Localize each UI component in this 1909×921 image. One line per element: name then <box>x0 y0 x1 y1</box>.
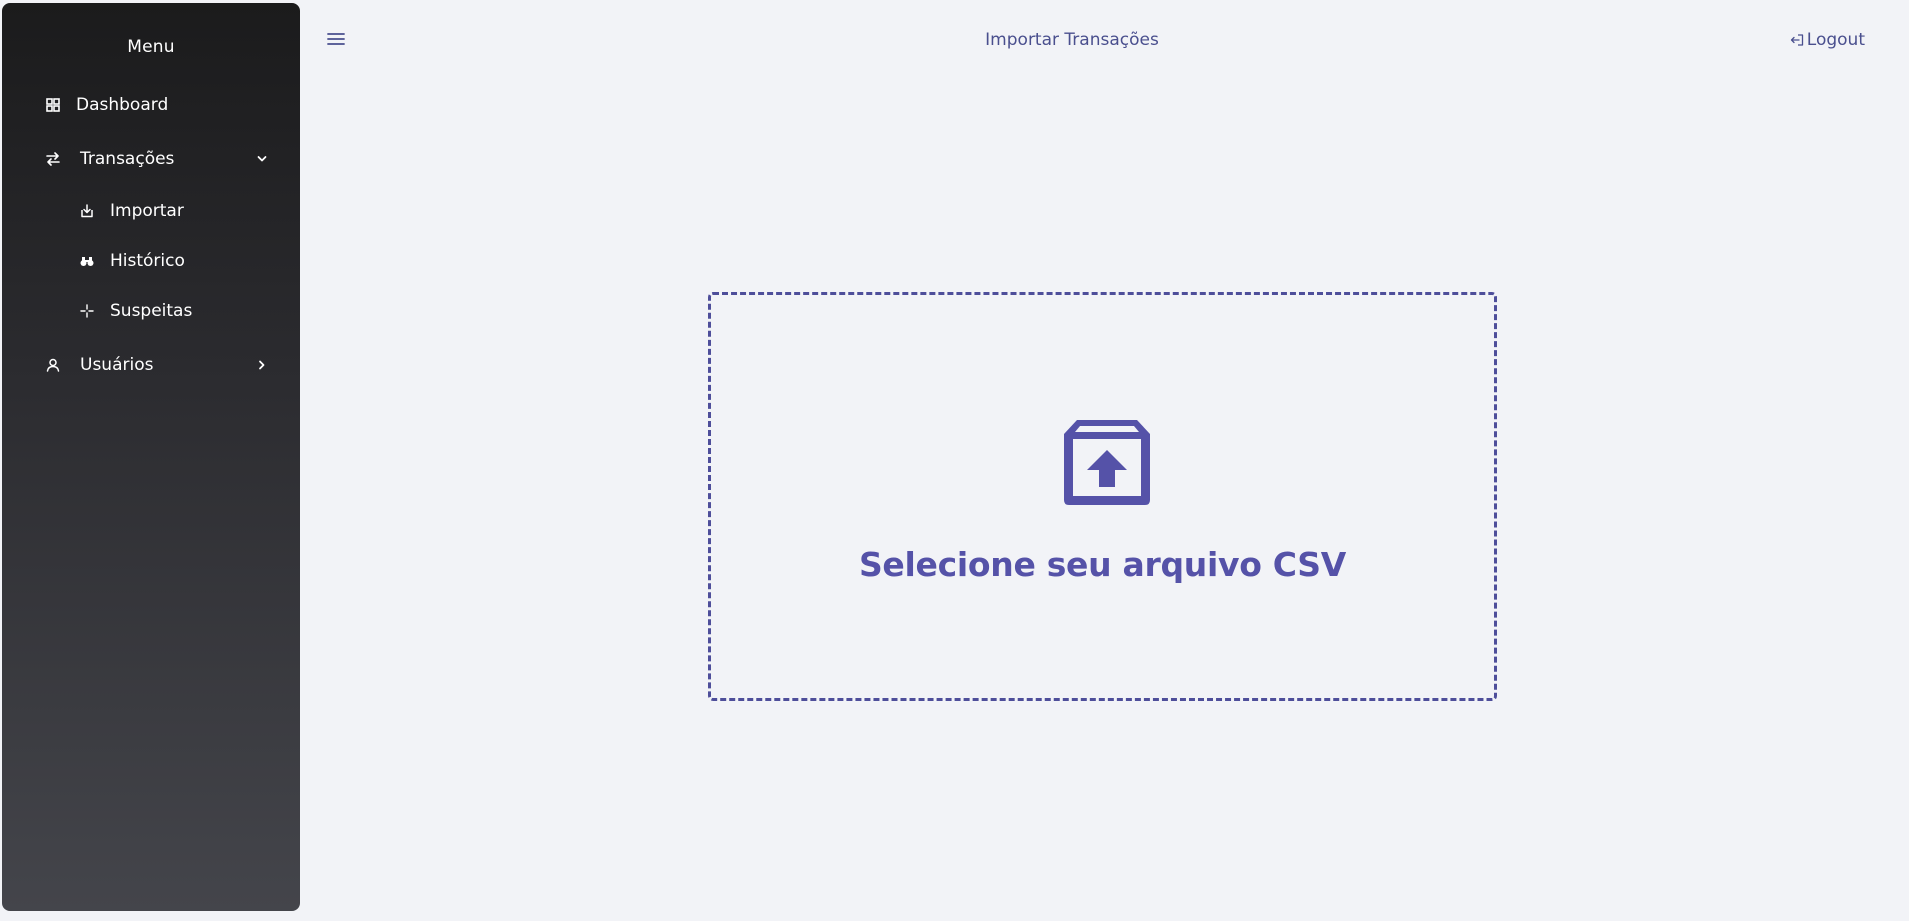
user-icon <box>45 357 61 373</box>
logout-icon <box>1790 33 1804 47</box>
sidebar-subitem-importar[interactable]: Importar <box>2 194 300 228</box>
sidebar-subitem-label: Importar <box>110 201 184 221</box>
sidebar-item-transacoes[interactable]: Transações <box>2 142 300 176</box>
archive-upload-icon <box>1059 417 1155 507</box>
sidebar-item-label: Usuários <box>80 355 154 375</box>
download-tray-icon <box>79 203 95 219</box>
dropzone-label: Selecione seu arquivo CSV <box>858 545 1347 584</box>
sidebar-item-dashboard[interactable]: Dashboard <box>2 88 300 122</box>
sidebar-title: Menu <box>127 37 175 57</box>
sidebar-item-usuarios[interactable]: Usuários <box>2 348 300 382</box>
hamburger-icon[interactable] <box>327 31 347 49</box>
arrows-swap-icon <box>45 151 61 167</box>
sidebar-item-label: Transações <box>80 149 175 169</box>
sidebar-item-label: Dashboard <box>76 95 169 115</box>
chevron-down-icon <box>256 153 268 165</box>
sidebar-subitem-suspeitas[interactable]: Suspeitas <box>2 294 300 328</box>
csv-dropzone[interactable]: Selecione seu arquivo CSV <box>708 292 1497 701</box>
sidebar-subitem-historico[interactable]: Histórico <box>2 244 300 278</box>
sidebar-subitem-label: Histórico <box>110 251 185 271</box>
sidebar: Menu Dashboard Transações Importar Histó… <box>2 3 300 911</box>
logout-button[interactable]: Logout <box>1790 30 1865 50</box>
binoculars-icon <box>79 253 95 269</box>
logout-label: Logout <box>1806 30 1865 50</box>
grid-icon <box>45 97 61 113</box>
chevron-right-icon <box>256 359 268 371</box>
page-title: Importar Transações <box>985 30 1159 50</box>
crosshair-icon <box>79 303 95 319</box>
sidebar-subitem-label: Suspeitas <box>110 301 193 321</box>
